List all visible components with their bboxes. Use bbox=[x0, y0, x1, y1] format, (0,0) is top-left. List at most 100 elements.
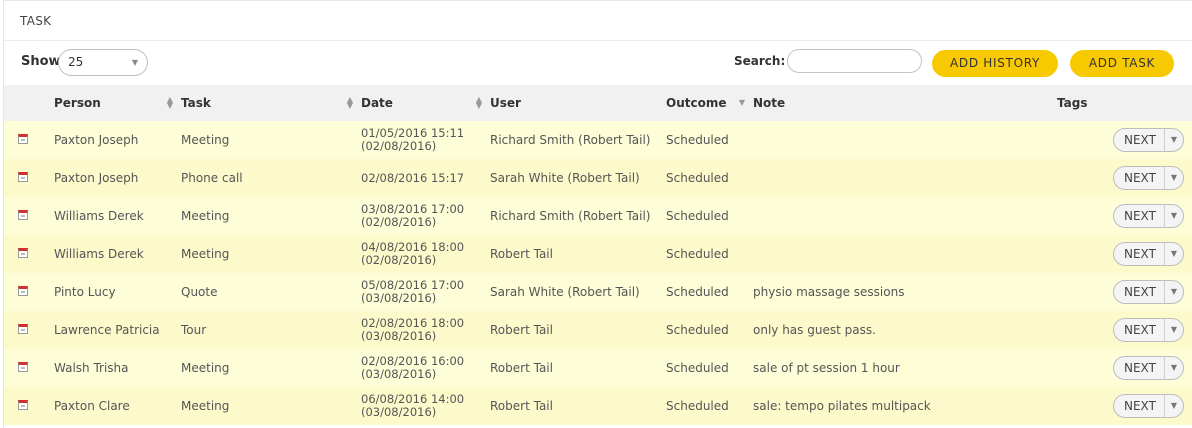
date-secondary: (03/08/2016) bbox=[361, 329, 437, 343]
chevron-down-icon[interactable]: ▼ bbox=[1165, 357, 1183, 379]
next-button[interactable]: NEXT bbox=[1114, 395, 1165, 417]
note-cell bbox=[753, 197, 1061, 235]
calendar-icon bbox=[18, 324, 28, 334]
action-cell: NEXT ▼ bbox=[1113, 311, 1192, 349]
date-secondary: (03/08/2016) bbox=[361, 405, 437, 419]
table-row[interactable]: Pinto Lucy Quote 05/08/2016 17:00 (03/08/… bbox=[4, 273, 1192, 311]
chevron-down-icon: ▼ bbox=[131, 58, 138, 67]
next-button[interactable]: NEXT bbox=[1114, 243, 1165, 265]
column-header-person[interactable]: Person ▲ ▼ bbox=[54, 85, 181, 121]
person-cell[interactable]: Paxton Joseph bbox=[54, 121, 181, 159]
calendar-icon bbox=[18, 210, 28, 220]
table-row[interactable]: Paxton Joseph Phone call 02/08/2016 15:1… bbox=[4, 159, 1192, 197]
person-cell[interactable]: Pinto Lucy bbox=[54, 273, 181, 311]
row-icon-cell bbox=[4, 273, 54, 311]
column-header-user[interactable]: User bbox=[490, 85, 666, 121]
date-cell: 02/08/2016 18:00 (03/08/2016) bbox=[361, 311, 490, 349]
add-task-button[interactable]: ADD TASK bbox=[1070, 50, 1174, 77]
tags-cell bbox=[1061, 311, 1113, 349]
tags-cell bbox=[1061, 159, 1113, 197]
outcome-cell: Scheduled bbox=[666, 361, 729, 375]
person-cell[interactable]: Lawrence Patricia bbox=[54, 311, 181, 349]
user-cell: Sarah White (Robert Tail) bbox=[490, 171, 640, 185]
next-button[interactable]: NEXT bbox=[1114, 281, 1165, 303]
row-icon-cell bbox=[4, 121, 54, 159]
date-value: 02/08/2016 15:17 bbox=[361, 170, 465, 185]
user-cell: Robert Tail bbox=[490, 323, 553, 337]
next-button[interactable]: NEXT bbox=[1114, 167, 1165, 189]
next-split-button[interactable]: NEXT ▼ bbox=[1113, 166, 1184, 190]
task-cell: Tour bbox=[181, 323, 207, 337]
date-secondary: (03/08/2016) bbox=[361, 367, 437, 381]
tags-cell bbox=[1061, 235, 1113, 273]
next-split-button[interactable]: NEXT ▼ bbox=[1113, 128, 1184, 152]
next-button[interactable]: NEXT bbox=[1114, 205, 1165, 227]
show-label: Show bbox=[21, 54, 61, 69]
task-cell: Phone call bbox=[181, 171, 243, 185]
column-header-date[interactable]: Date ▲ ▼ bbox=[361, 85, 490, 121]
date-secondary: (02/08/2016) bbox=[361, 215, 437, 229]
note-cell: only has guest pass. bbox=[753, 323, 876, 337]
column-header-task[interactable]: Task ▲ ▼ bbox=[181, 85, 361, 121]
chevron-down-icon[interactable]: ▼ bbox=[1165, 205, 1183, 227]
person-cell[interactable]: Williams Derek bbox=[54, 197, 181, 235]
outcome-cell: Scheduled bbox=[666, 285, 729, 299]
outcome-cell: Scheduled bbox=[666, 399, 729, 413]
table-row[interactable]: Paxton Clare Meeting 06/08/2016 14:00 (03… bbox=[4, 387, 1192, 425]
table-row[interactable]: Lawrence Patricia Tour 02/08/2016 18:00(… bbox=[4, 311, 1192, 349]
outcome-cell: Scheduled bbox=[666, 323, 729, 337]
chevron-down-icon[interactable]: ▼ bbox=[1165, 281, 1183, 303]
next-split-button[interactable]: NEXT ▼ bbox=[1113, 242, 1184, 266]
tags-cell bbox=[1061, 197, 1113, 235]
person-cell[interactable]: Paxton Joseph bbox=[54, 159, 181, 197]
person-cell[interactable]: Williams Derek bbox=[54, 235, 181, 273]
next-button[interactable]: NEXT bbox=[1114, 319, 1165, 341]
next-split-button[interactable]: NEXT ▼ bbox=[1113, 280, 1184, 304]
row-icon-cell bbox=[4, 349, 54, 387]
next-split-button[interactable]: NEXT ▼ bbox=[1113, 318, 1184, 342]
calendar-icon bbox=[18, 362, 28, 372]
search-label: Search: bbox=[734, 54, 786, 68]
action-cell: NEXT ▼ bbox=[1113, 121, 1192, 159]
chevron-down-icon[interactable]: ▼ bbox=[1165, 319, 1183, 341]
next-button[interactable]: NEXT bbox=[1114, 357, 1165, 379]
outcome-cell: Scheduled bbox=[666, 247, 729, 261]
user-cell: Robert Tail bbox=[490, 247, 553, 261]
date-secondary: (03/08/2016) bbox=[361, 291, 437, 305]
column-header-tags[interactable]: Tags bbox=[1057, 85, 1113, 121]
table-row[interactable]: Walsh Trisha Meeting 02/08/2016 16:00 (03… bbox=[4, 349, 1192, 387]
table-header-row: Person ▲ ▼ Task ▲ ▼ Date ▲ ▼ User Outcome ▼ Not… bbox=[4, 85, 1192, 121]
next-split-button[interactable]: NEXT ▼ bbox=[1113, 356, 1184, 380]
note-cell bbox=[753, 159, 1061, 197]
row-icon-cell bbox=[4, 197, 54, 235]
chevron-down-icon[interactable]: ▼ bbox=[1165, 243, 1183, 265]
page-size-select[interactable]: 25 ▼ bbox=[58, 49, 148, 76]
calendar-icon bbox=[18, 400, 28, 410]
user-cell: Sarah White (Robert Tail) bbox=[490, 285, 640, 299]
task-cell: Meeting bbox=[181, 247, 230, 261]
next-split-button[interactable]: NEXT ▼ bbox=[1113, 394, 1184, 418]
date-secondary: (02/08/2016) bbox=[361, 253, 437, 267]
chevron-down-icon[interactable]: ▼ bbox=[1165, 167, 1183, 189]
date-cell: 04/08/2016 18:00 (02/08/2016) bbox=[361, 235, 490, 273]
table-row[interactable]: Williams Derek Meeting 03/08/2016 17:00(… bbox=[4, 197, 1192, 235]
table-toolbar: Show 25 ▼ Search: ADD HISTORY ADD TASK bbox=[4, 42, 1192, 85]
add-history-button[interactable]: ADD HISTORY bbox=[932, 50, 1058, 77]
next-button[interactable]: NEXT bbox=[1114, 129, 1165, 151]
chevron-down-icon[interactable]: ▼ bbox=[1165, 129, 1183, 151]
task-cell: Meeting bbox=[181, 209, 230, 223]
task-cell: Meeting bbox=[181, 361, 230, 375]
action-cell: NEXT ▼ bbox=[1113, 273, 1192, 311]
row-icon-cell bbox=[4, 159, 54, 197]
column-header-outcome[interactable]: Outcome ▼ bbox=[666, 85, 753, 121]
panel-header: TASK bbox=[4, 1, 1192, 41]
person-cell[interactable]: Paxton Clare bbox=[54, 387, 181, 425]
next-split-button[interactable]: NEXT ▼ bbox=[1113, 204, 1184, 228]
column-header-note[interactable]: Note bbox=[753, 85, 1061, 121]
table-row[interactable]: Paxton Joseph Meeting 01/05/2016 15:11 (0… bbox=[4, 121, 1192, 159]
chevron-down-icon[interactable]: ▼ bbox=[1165, 395, 1183, 417]
search-input[interactable] bbox=[787, 49, 922, 73]
table-row[interactable]: Williams Derek Meeting 04/08/2016 18:00(… bbox=[4, 235, 1192, 273]
date-secondary: (02/08/2016) bbox=[361, 139, 437, 153]
person-cell[interactable]: Walsh Trisha bbox=[54, 349, 181, 387]
